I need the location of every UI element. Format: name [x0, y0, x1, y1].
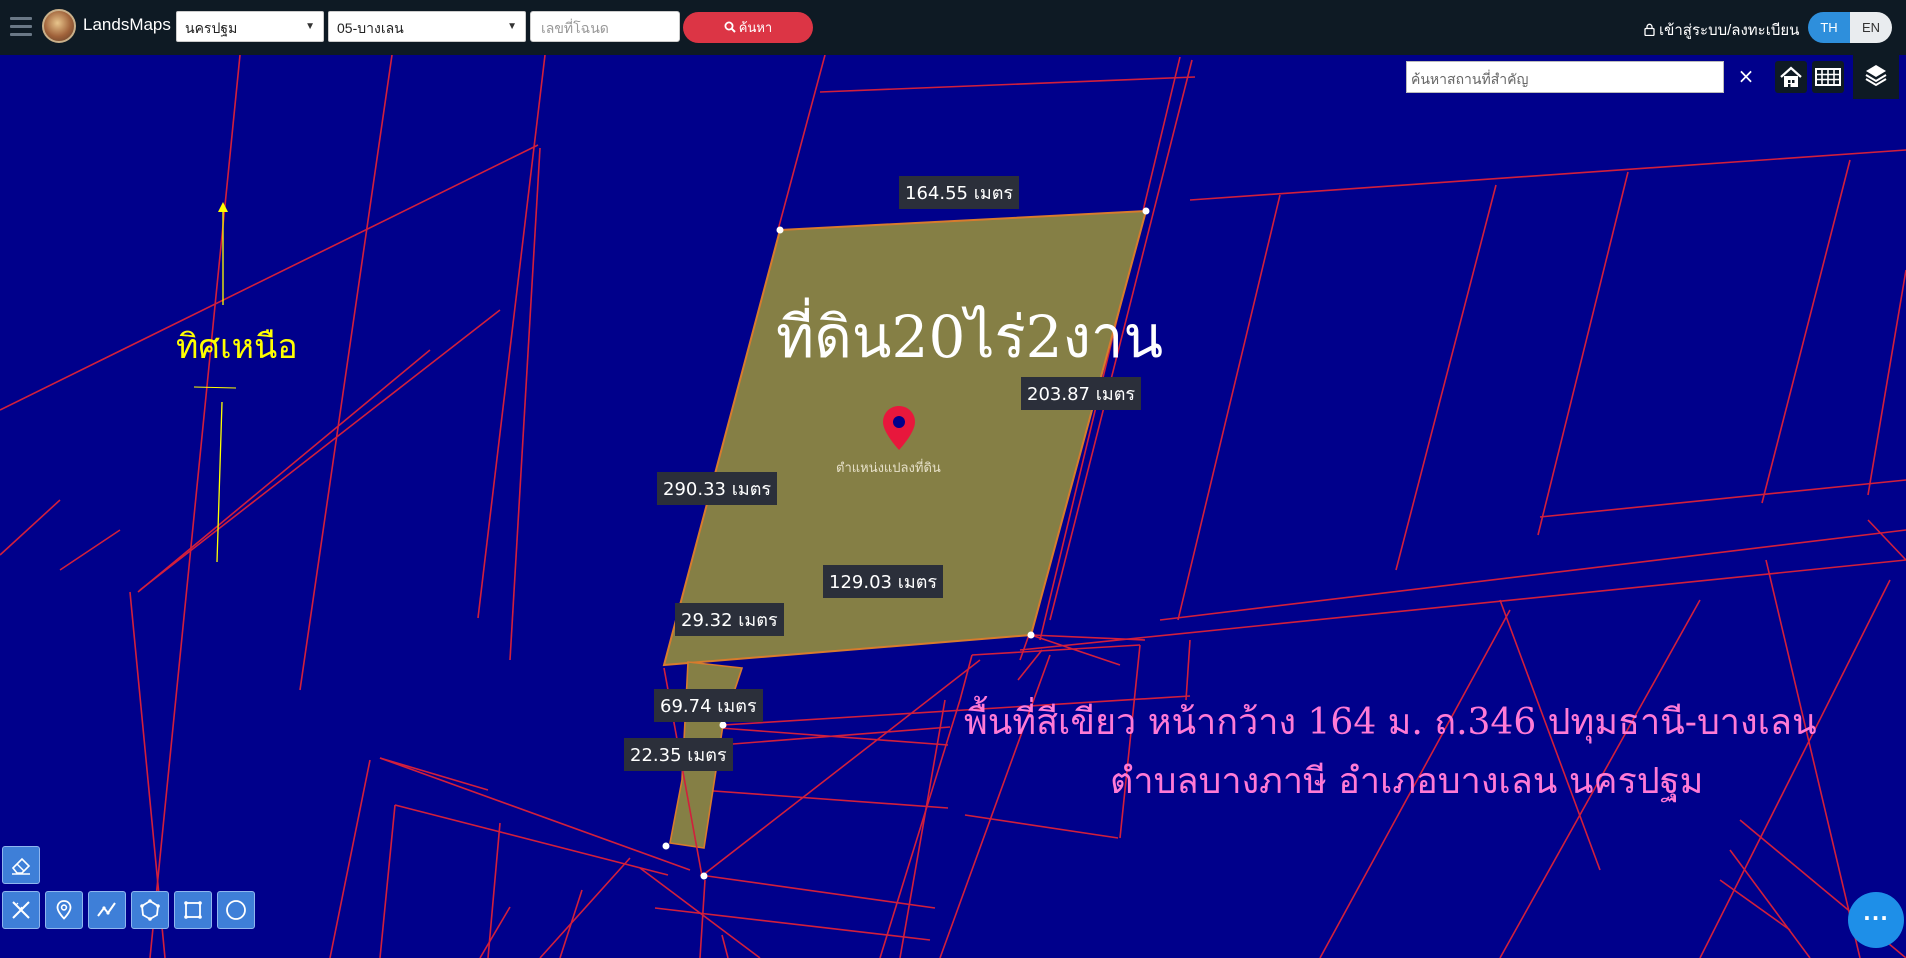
province-value: นครปฐม [185, 20, 238, 36]
lang-en-button[interactable]: EN [1850, 12, 1892, 43]
measure-tool[interactable] [2, 891, 40, 929]
ruler-pencil-icon [12, 901, 30, 919]
measure-top: 164.55 เมตร [899, 176, 1020, 209]
eraser-tool[interactable] [2, 846, 40, 884]
polygon-tool[interactable] [131, 891, 169, 929]
measure-bottom: 129.03 เมตร [823, 565, 944, 598]
search-button[interactable]: ค้นหา [683, 12, 813, 43]
polyline-icon [97, 902, 116, 917]
place-search-input[interactable]: ค้นหาสถานที่สำคัญ [1406, 61, 1724, 93]
login-link[interactable]: เข้าสู่ระบบ/ลงทะเบียน [1644, 18, 1799, 42]
search-button-label: ค้นหา [738, 20, 773, 35]
lock-icon [1644, 23, 1655, 37]
polyline-tool[interactable] [88, 891, 126, 929]
measure-seg1: 29.32 เมตร [675, 603, 784, 636]
brand-name: LandsMaps [83, 15, 171, 34]
marker-label: ตำแหน่งแปลงที่ดิน [836, 461, 941, 476]
chevron-down-icon: ▼ [507, 21, 517, 32]
layers-button[interactable] [1853, 55, 1899, 99]
eraser-icon [11, 857, 31, 875]
rectangle-icon [184, 901, 202, 919]
top-bar: LandsMaps นครปฐม ▼ 05-บางเลน ▼ เลขที่โฉน… [0, 0, 1906, 55]
deed-number-input[interactable]: เลขที่โฉนด [530, 11, 680, 42]
circle-icon [226, 900, 246, 920]
grid-button[interactable] [1812, 61, 1844, 93]
more-dots-icon: ··· [1863, 906, 1889, 930]
caption-line-2: ตำบลบางภาษี อำเภอบางเลน นครปฐม [1110, 761, 1704, 802]
home-icon [1780, 66, 1802, 87]
north-arrow [193, 202, 237, 563]
district-select[interactable]: 05-บางเลน ▼ [328, 11, 526, 42]
login-label: เข้าสู่ระบบ/ลงทะเบียน [1659, 22, 1800, 39]
grid-icon [1815, 68, 1841, 86]
measure-seg3: 22.35 เมตร [624, 738, 733, 771]
close-icon[interactable]: × [1735, 61, 1757, 91]
measure-right: 203.87 เมตร [1021, 377, 1142, 410]
measure-seg2: 69.74 เมตร [654, 689, 763, 722]
menu-icon[interactable] [10, 17, 32, 36]
measure-left: 290.33 เมตร [657, 472, 778, 505]
north-label: ทิศเหนือ [176, 327, 298, 367]
rectangle-tool[interactable] [174, 891, 212, 929]
chevron-down-icon: ▼ [305, 21, 315, 32]
location-pin-icon[interactable] [881, 404, 917, 452]
province-select[interactable]: นครปฐม ▼ [176, 11, 324, 42]
chat-button[interactable]: ··· [1848, 892, 1904, 948]
lang-th-button[interactable]: TH [1808, 12, 1850, 43]
map-pin-icon [56, 900, 72, 920]
polygon-icon [140, 899, 160, 921]
marker-tool[interactable] [45, 891, 83, 929]
home-button[interactable] [1775, 61, 1807, 93]
parcel-title: ที่ดิน20ไร่2งาน [776, 303, 1164, 371]
landsmaps-logo[interactable] [42, 9, 76, 43]
district-value: 05-บางเลน [337, 20, 404, 36]
circle-tool[interactable] [217, 891, 255, 929]
caption-line-1: พื้นที่สีเขียว หน้ากว้าง 164 ม. ถ.346 ปท… [964, 702, 1817, 743]
search-icon [724, 21, 736, 33]
layers-icon [1865, 65, 1887, 87]
map-canvas[interactable]: ทิศเหนือ ที่ดิน20ไร่2งาน ตำแหน่งแปลงที่ด… [0, 55, 1906, 958]
